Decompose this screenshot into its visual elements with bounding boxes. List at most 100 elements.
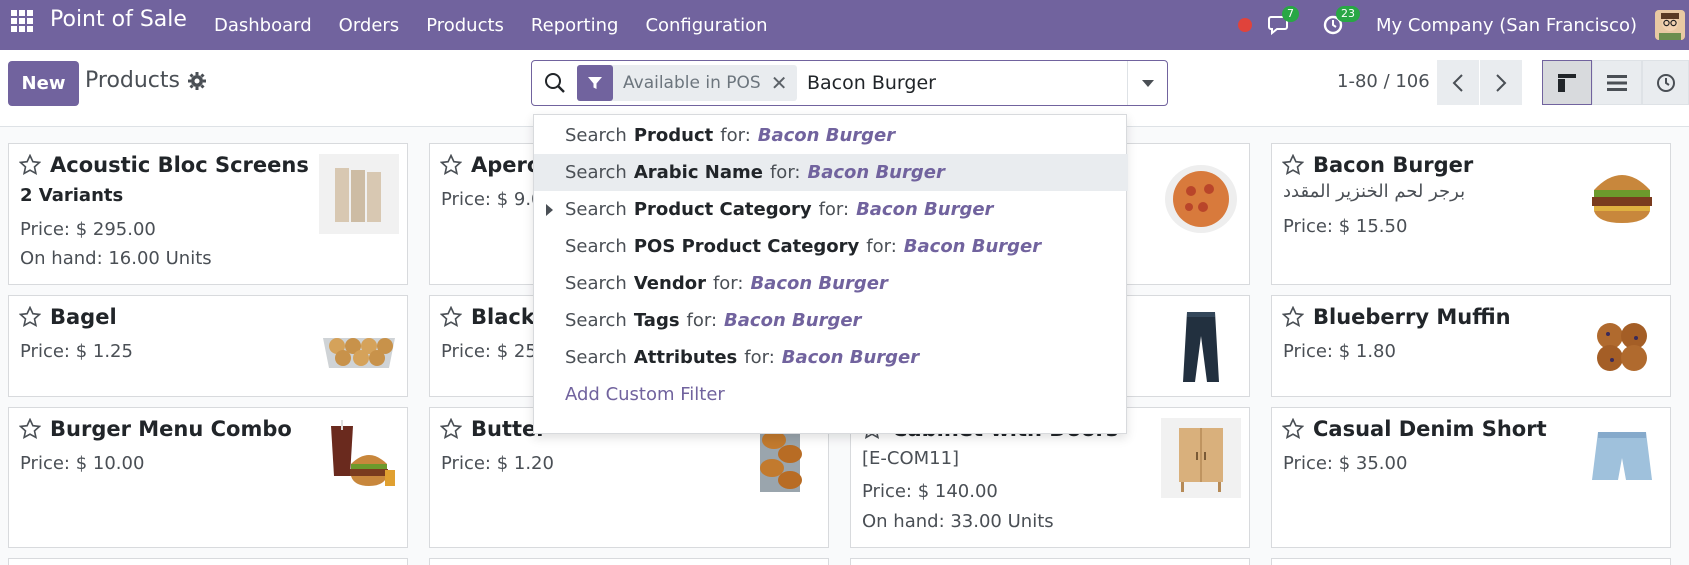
expand-caret-icon[interactable] [546, 204, 553, 216]
search-autocomplete-dropdown: Search Product for: Bacon Burger Search Arab… [533, 114, 1128, 434]
messages-badge: 7 [1282, 6, 1300, 22]
kanban-view-button[interactable] [1542, 60, 1592, 105]
favorite-star-icon[interactable] [19, 154, 41, 176]
menu-configuration[interactable]: Configuration [645, 15, 767, 36]
favorite-star-icon[interactable] [1282, 154, 1304, 176]
user-avatar[interactable] [1655, 10, 1685, 40]
activities-icon[interactable]: 23 [1322, 6, 1361, 36]
search-option-query: Bacon Burger [807, 162, 945, 183]
favorite-star-icon[interactable] [1282, 306, 1304, 328]
product-name: Bacon Burger [1313, 153, 1474, 177]
search-facet: Available in POS ✕ [577, 65, 798, 101]
pager-value[interactable]: 1-80 / 106 [1337, 71, 1430, 92]
recording-indicator-icon[interactable] [1238, 18, 1253, 32]
product-name: Bagel [50, 305, 117, 329]
favorite-star-icon[interactable] [19, 418, 41, 440]
search-option-prefix: Search [565, 236, 627, 257]
favorite-star-icon[interactable] [19, 306, 41, 328]
search-option-prefix: Search [565, 273, 627, 294]
search-option-field: Vendor [633, 273, 706, 294]
favorite-star-icon[interactable] [1282, 418, 1304, 440]
add-custom-filter-link[interactable]: Add Custom Filter [534, 376, 1128, 413]
messages-icon[interactable]: 7 [1268, 6, 1300, 36]
search-option-tags[interactable]: Search Tags for: Bacon Burger [534, 302, 1128, 339]
product-image [319, 418, 399, 498]
product-image [319, 154, 399, 234]
favorite-star-icon[interactable] [440, 418, 462, 440]
product-card[interactable]: Acoustic Bloc Screens 2 Variants Price: … [8, 143, 408, 285]
list-view-button[interactable] [1592, 60, 1642, 105]
product-price: Price: $ 1.25 [20, 341, 133, 362]
search-option-arabic-name[interactable]: Search Arabic Name for: Bacon Burger [534, 154, 1128, 191]
favorite-star-icon[interactable] [440, 154, 462, 176]
product-image [1582, 418, 1662, 498]
search-option-pos-product-category[interactable]: Search POS Product Category for: Bacon Burg… [534, 228, 1128, 265]
search-option-product[interactable]: Search Product for: Bacon Burger [534, 117, 1128, 154]
search-option-attributes[interactable]: Search Attributes for: Bacon Burger [534, 339, 1128, 376]
product-image [319, 306, 399, 386]
product-card[interactable] [1271, 558, 1671, 565]
favorite-star-icon[interactable] [440, 306, 462, 328]
product-card[interactable]: Blueberry Muffin Price: $ 1.80 [1271, 295, 1671, 397]
search-option-suffix: for: [712, 273, 744, 294]
product-arabic-name: برجر لحم الخنزير المقدد [1283, 181, 1466, 202]
main-menu: Dashboard Orders Products Reporting Conf… [214, 0, 795, 50]
product-onhand: On hand: 16.00 Units [20, 248, 212, 269]
search-option-field: POS Product Category [633, 236, 860, 257]
product-card[interactable]: Bacon Burger برجر لحم الخنزير المقدد Pri… [1271, 143, 1671, 285]
new-button[interactable]: New [8, 61, 79, 106]
search-options-toggle[interactable] [1127, 61, 1167, 105]
product-image [1161, 159, 1241, 239]
pager-next-button[interactable] [1480, 60, 1522, 105]
product-reference: [E-COM11] [862, 448, 960, 469]
search-option-vendor[interactable]: Search Vendor for: Bacon Burger [534, 265, 1128, 302]
activities-badge: 23 [1336, 6, 1361, 22]
search-icon[interactable] [544, 72, 566, 94]
gear-icon[interactable] [187, 71, 207, 91]
product-name: Blueberry Muffin [1313, 305, 1511, 329]
product-image [1161, 418, 1241, 498]
search-option-field: Attributes [633, 347, 738, 368]
app-name[interactable]: Point of Sale [50, 7, 187, 32]
menu-dashboard[interactable]: Dashboard [214, 15, 312, 36]
facet-close-icon[interactable]: ✕ [771, 71, 798, 95]
product-price: Price: $ 25 [441, 341, 537, 362]
activity-view-button[interactable] [1642, 60, 1689, 105]
product-card[interactable]: Bagel Price: $ 1.25 [8, 295, 408, 397]
search-option-prefix: Search [565, 125, 627, 146]
menu-reporting[interactable]: Reporting [531, 15, 619, 36]
search-option-query: Bacon Burger [750, 273, 888, 294]
search-option-suffix: for: [866, 236, 897, 257]
pager-previous-button[interactable] [1437, 60, 1479, 105]
company-switcher[interactable]: My Company (San Francisco) [1376, 15, 1637, 36]
search-option-query: Bacon Burger [724, 310, 862, 331]
search-option-suffix: for: [769, 162, 801, 183]
product-price: Price: $ 15.50 [1283, 216, 1408, 237]
search-option-query: Bacon Burger [903, 236, 1042, 257]
product-price: Price: $ 9.0 [441, 189, 543, 210]
caret-down-icon [1141, 80, 1154, 87]
product-name: Apero [471, 153, 542, 177]
search-option-query: Bacon Burger [856, 199, 994, 220]
systray: 7 23 My Company (San Francisco) [1238, 0, 1689, 50]
search-input[interactable] [807, 70, 1107, 96]
search-bar: Available in POS ✕ [531, 60, 1168, 106]
product-price: Price: $ 1.20 [441, 453, 554, 474]
product-image [1582, 154, 1662, 234]
product-card[interactable] [850, 558, 1250, 565]
product-card[interactable]: Casual Denim Short Price: $ 35.00 [1271, 407, 1671, 548]
apps-menu-icon[interactable] [11, 10, 33, 32]
menu-orders[interactable]: Orders [339, 15, 400, 36]
search-option-product-category[interactable]: Search Product Category for: Bacon Burger [534, 191, 1128, 228]
product-card[interactable]: Burger Menu Combo Price: $ 10.00 [8, 407, 408, 548]
menu-products[interactable]: Products [426, 15, 504, 36]
product-variants: 2 Variants [20, 185, 124, 206]
chevron-left-icon [1452, 73, 1463, 92]
product-name: Casual Denim Short [1313, 417, 1547, 441]
product-card[interactable] [429, 558, 829, 565]
product-image [1582, 306, 1662, 386]
product-price: Price: $ 1.80 [1283, 341, 1396, 362]
product-name: Burger Menu Combo [50, 417, 292, 441]
search-option-field: Tags [633, 310, 680, 331]
product-card[interactable] [8, 558, 408, 565]
